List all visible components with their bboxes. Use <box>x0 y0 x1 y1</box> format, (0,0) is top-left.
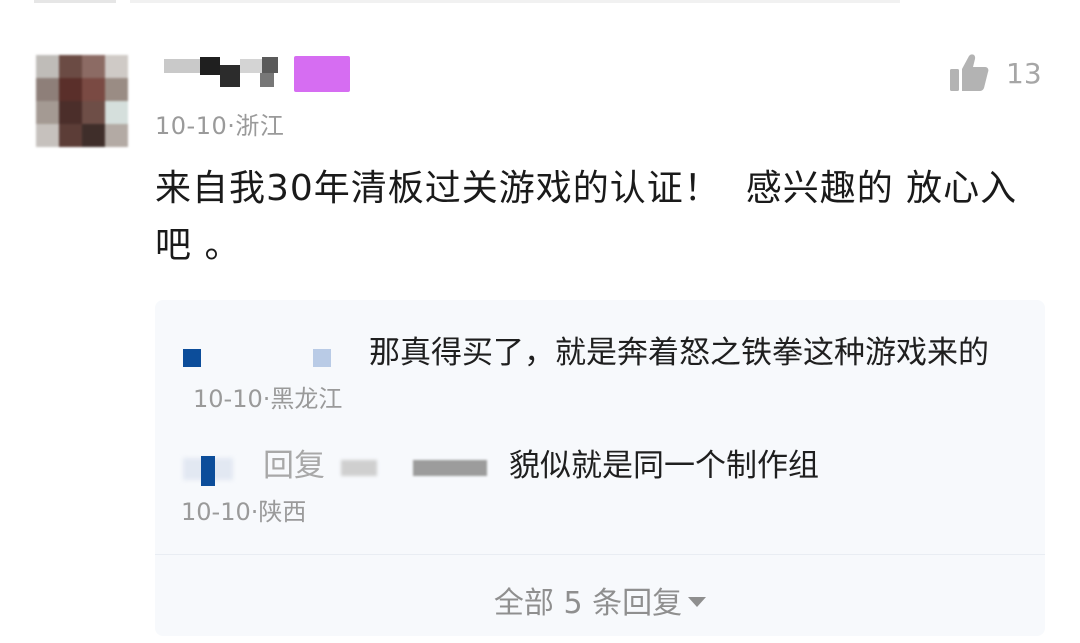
reply-text: 那真得买了，就是奔着怒之铁拳这种游戏来的 <box>369 335 989 371</box>
caret-down-icon <box>688 597 707 607</box>
avatar[interactable] <box>36 55 128 147</box>
reply-meta: 10-10·黑龙江 <box>193 385 343 413</box>
comment-text: 来自我30年清板过关游戏的认证！ 感兴趣的 放心入吧 。 <box>155 168 1018 266</box>
thumbs-up-icon <box>950 54 989 91</box>
reply-meta: 10-10·陕西 <box>181 498 307 526</box>
like-count: 13 <box>1006 56 1042 90</box>
reply-text: 貌似就是同一个制作组 <box>509 448 819 484</box>
comment-thread: 10-10·浙江 13 来自我30年清板过关游戏的认证！ 感兴趣的 放心入吧 。… <box>0 0 1080 643</box>
view-all-replies-button[interactable]: 全部 5 条回复 <box>155 578 1045 622</box>
comment-meta: 10-10·浙江 <box>155 112 285 140</box>
reply-author-redacted[interactable] <box>183 448 249 488</box>
reply-author-redacted[interactable] <box>183 341 363 369</box>
replies-divider <box>155 554 1045 555</box>
like-button[interactable]: 13 <box>948 53 1042 93</box>
view-all-replies-label: 全部 5 条回复 <box>493 586 683 621</box>
reply-container: 那真得买了，就是奔着怒之铁拳这种游戏来的 10-10·黑龙江 回复 貌似就是同一个… <box>155 300 1045 636</box>
vip-badge <box>294 56 350 92</box>
reply-item[interactable]: 回复 貌似就是同一个制作组 <box>183 443 819 489</box>
reply-target-redacted[interactable] <box>341 448 501 488</box>
reply-item[interactable]: 那真得买了，就是奔着怒之铁拳这种游戏来的 10-10·黑龙江 <box>183 330 1003 422</box>
reply-to-label: 回复 <box>263 448 325 484</box>
top-divider <box>0 0 1080 4</box>
